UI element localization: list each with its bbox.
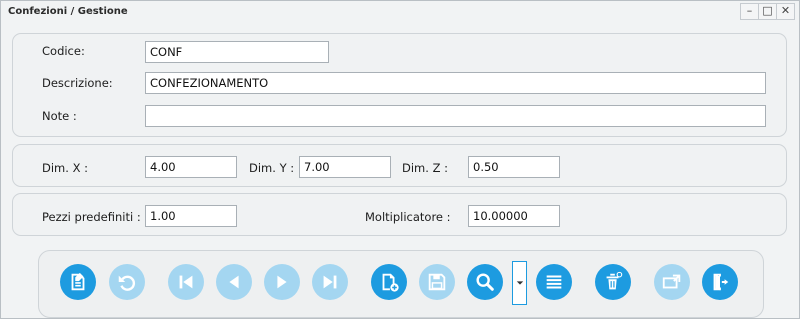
window-title: Confezioni / Gestione [8, 6, 128, 17]
previous-record-icon [229, 275, 239, 289]
pezzi-field[interactable]: 1.00 [145, 205, 237, 227]
descrizione-field[interactable]: CONFEZIONAMENTO [145, 72, 766, 94]
list-button[interactable] [536, 264, 572, 300]
pezzi-label: Pezzi predefiniti : [42, 210, 141, 224]
dim-y-field[interactable]: 7.00 [299, 156, 391, 178]
save-button[interactable] [419, 264, 455, 300]
list-icon [546, 275, 562, 289]
dim-y-label: Dim. Y : [249, 161, 295, 175]
exit-icon [713, 273, 729, 291]
maximize-button[interactable]: □ [758, 3, 777, 20]
action-toolbar [38, 250, 764, 318]
title-bar: Confezioni / Gestione – □ ✕ [1, 1, 799, 23]
dim-x-field[interactable]: 4.00 [145, 156, 237, 178]
moltiplicatore-label: Moltiplicatore : [365, 210, 451, 224]
delete-icon [606, 271, 623, 290]
quantity-panel: Pezzi predefiniti : 1.00 Moltiplicatore … [12, 193, 787, 236]
note-field[interactable] [145, 105, 766, 127]
exit-button[interactable] [702, 264, 738, 300]
codice-field[interactable]: CONF [145, 41, 329, 63]
undo-button[interactable] [109, 264, 145, 300]
codice-label: Codice: [42, 44, 85, 58]
search-dropdown-button[interactable] [512, 261, 527, 305]
previous-record-button[interactable] [216, 264, 252, 300]
delete-button[interactable] [595, 264, 631, 300]
note-label: Note : [42, 109, 77, 123]
general-panel: Codice: CONF Descrizione: CONFEZIONAMENT… [12, 33, 787, 137]
last-record-button[interactable] [312, 264, 348, 300]
minimize-button[interactable]: – [740, 3, 759, 20]
dim-x-label: Dim. X : [42, 161, 88, 175]
moltiplicatore-field[interactable]: 10.00000 [468, 205, 560, 227]
search-button[interactable] [467, 264, 503, 300]
print-export-icon [662, 274, 681, 289]
window-controls: – □ ✕ [740, 3, 795, 20]
dim-z-label: Dim. Z : [402, 161, 448, 175]
next-record-icon [277, 275, 287, 289]
first-record-button[interactable] [168, 264, 204, 300]
export-button[interactable] [654, 264, 690, 300]
first-record-icon [179, 275, 193, 289]
main-window: Confezioni / Gestione – □ ✕ Codice: CONF… [0, 0, 800, 319]
dim-z-field[interactable]: 0.50 [468, 156, 560, 178]
descrizione-label: Descrizione: [42, 76, 113, 90]
edit-button[interactable] [60, 264, 96, 300]
search-icon [476, 273, 494, 291]
close-button[interactable]: ✕ [776, 3, 795, 20]
dropdown-arrow-icon [516, 281, 523, 285]
new-document-icon [382, 273, 399, 292]
save-icon [428, 273, 446, 291]
last-record-icon [323, 275, 337, 289]
dimensions-panel: Dim. X : 4.00 Dim. Y : 7.00 Dim. Z : 0.5… [12, 144, 787, 187]
next-record-button[interactable] [264, 264, 300, 300]
undo-icon [118, 275, 135, 291]
edit-document-icon [71, 272, 85, 291]
new-button[interactable] [371, 264, 407, 300]
